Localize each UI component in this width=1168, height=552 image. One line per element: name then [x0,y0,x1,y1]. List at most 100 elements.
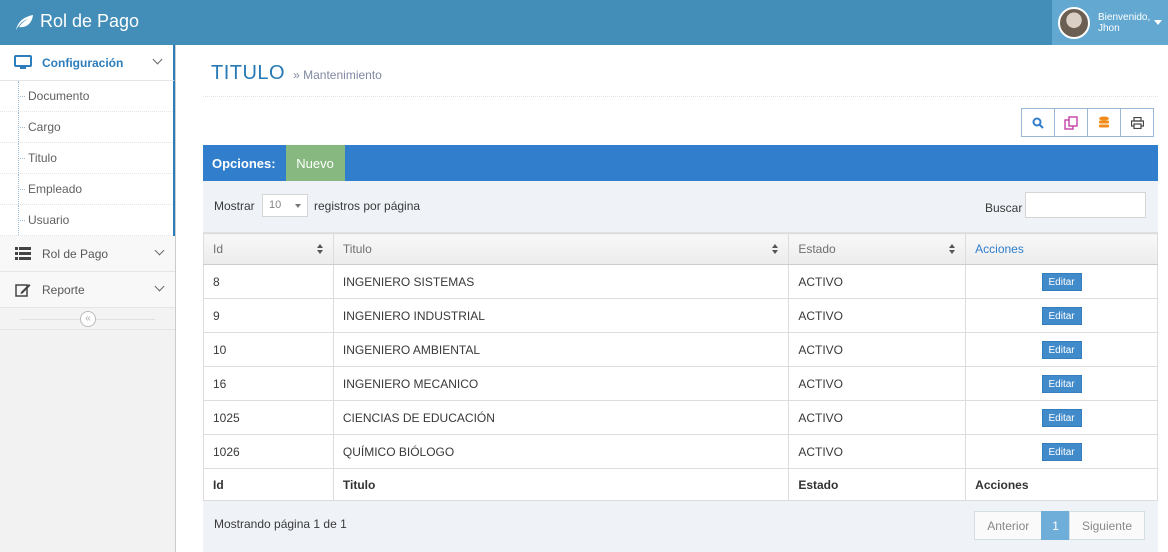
cell-id: 8 [203,264,334,299]
avatar [1058,6,1090,39]
submenu-item-titulo[interactable]: Titulo [0,143,173,174]
sidebar-item-label: Rol de Pago [42,246,109,261]
search-button[interactable] [1021,108,1055,137]
sidebar-item-label: Configuración [42,55,124,70]
column-header-id[interactable]: Id [203,233,334,265]
user-name: Jhon [1098,22,1120,34]
footer-header-estado: Estado [788,468,967,501]
print-icon [1130,116,1144,129]
collapse-sidebar-button[interactable]: « [80,311,96,327]
list-icon [14,247,32,260]
table-header-row: Id Titulo Estado Acciones [203,233,1158,265]
column-header-label: Acciones [975,242,1024,256]
leaf-icon [16,14,33,30]
cell-id: 1025 [203,400,334,435]
search-input[interactable] [1025,192,1146,218]
titles-table: Id Titulo Estado Acciones 8 INGENIERO SI… [203,233,1158,501]
column-header-label: Estado [798,242,836,256]
sidebar-item-rol-de-pago[interactable]: Rol de Pago [0,236,175,272]
desktop-icon [14,55,32,70]
sidebar: Configuración Documento Cargo Titulo Emp… [0,45,176,552]
chevron-down-icon [154,281,165,292]
cell-estado: ACTIVO [788,434,967,469]
options-label: Opciones: [212,155,276,171]
export-button[interactable] [1087,108,1121,137]
edit-button[interactable]: Editar [1041,374,1082,393]
table-row: 8 INGENIERO SISTEMAS ACTIVO Editar [203,264,1158,299]
per-page-label: registros por página [314,199,421,213]
header-divider [203,96,1158,97]
cell-titulo: INGENIERO SISTEMAS [332,264,790,299]
edit-button[interactable]: Editar [1041,340,1082,359]
copy-button[interactable] [1054,108,1088,137]
submenu-item-empleado[interactable]: Empleado [0,174,173,205]
current-page-button[interactable]: 1 [1041,511,1070,540]
database-icon [1099,116,1109,127]
caret-down-icon [1154,20,1162,25]
cell-id: 1026 [203,434,334,469]
cell-estado: ACTIVO [788,298,967,333]
user-welcome: Bienvenido, Jhon [1098,12,1150,34]
top-navbar: Rol de Pago Bienvenido, Jhon [0,0,1168,45]
page-header: TITULO » Mantenimiento [211,62,382,85]
sort-icon [772,244,779,254]
sidebar-item-configuracion[interactable]: Configuración [0,45,175,81]
table-controls: Mostrar 10 registros por página Buscar [203,181,1158,233]
edit-button[interactable]: Editar [1041,408,1082,427]
next-page-button[interactable]: Siguiente [1068,511,1145,540]
footer-header-id: Id [203,468,334,501]
cell-acciones: Editar [965,434,1158,469]
cell-id: 9 [203,298,334,333]
edit-button[interactable]: Editar [1041,306,1082,325]
options-bar: Opciones: Nuevo [203,145,1158,181]
submenu-item-usuario[interactable]: Usuario [0,205,173,236]
sort-icon [316,244,324,254]
welcome-greeting: Bienvenido, [1098,11,1151,23]
copy-icon [1064,115,1078,130]
column-header-titulo[interactable]: Titulo [332,233,790,265]
cell-acciones: Editar [965,366,1158,401]
table-row: 1025 CIENCIAS DE EDUCACIÓN ACTIVO Editar [203,400,1158,435]
cell-estado: ACTIVO [788,366,967,401]
column-header-estado[interactable]: Estado [788,233,967,265]
cell-estado: ACTIVO [788,400,967,435]
page-title: TITULO [211,62,286,84]
page-subtitle: » Mantenimiento [293,68,382,82]
cell-acciones: Editar [965,264,1158,299]
table-footer-row: Id Titulo Estado Acciones [203,468,1158,501]
chevron-down-icon [154,245,165,256]
search-icon [1032,117,1044,129]
table-row: 9 INGENIERO INDUSTRIAL ACTIVO Editar [203,298,1158,333]
new-button[interactable]: Nuevo [285,145,345,181]
sidebar-item-label: Reporte [42,282,85,297]
page-length-select[interactable]: 10 [262,194,308,217]
footer-header-titulo: Titulo [332,468,790,501]
cell-titulo: INGENIERO INDUSTRIAL [332,298,790,333]
cell-acciones: Editar [965,332,1158,367]
cell-estado: ACTIVO [788,264,967,299]
edit-button[interactable]: Editar [1041,442,1082,461]
footer-header-acciones: Acciones [965,468,1158,501]
table-info: Mostrando página 1 de 1 [214,517,347,531]
column-header-label: Id [213,242,224,256]
cell-titulo: INGENIERO MECANICO [332,366,790,401]
show-label: Mostrar [214,199,255,213]
submenu-configuracion: Documento Cargo Titulo Empleado Usuario [0,81,175,236]
cell-acciones: Editar [965,400,1158,435]
chevron-down-icon [152,54,163,65]
edit-button[interactable]: Editar [1041,272,1082,291]
table-footer: Mostrando página 1 de 1 Anterior 1 Sigui… [203,501,1158,552]
sort-icon [949,244,956,254]
user-menu[interactable]: Bienvenido, Jhon [1052,0,1168,45]
sidebar-item-reporte[interactable]: Reporte [0,272,175,308]
edit-icon [14,282,32,297]
cell-titulo: QUÍMICO BIÓLOGO [332,434,790,469]
submenu-item-documento[interactable]: Documento [0,81,173,112]
print-button[interactable] [1120,108,1154,137]
previous-page-button[interactable]: Anterior [974,511,1043,540]
brand[interactable]: Rol de Pago [14,11,139,32]
sidebar-collapse-row: « [0,308,175,330]
submenu-item-cargo[interactable]: Cargo [0,112,173,143]
table-row: 16 INGENIERO MECANICO ACTIVO Editar [203,366,1158,401]
column-header-label: Titulo [342,242,372,256]
